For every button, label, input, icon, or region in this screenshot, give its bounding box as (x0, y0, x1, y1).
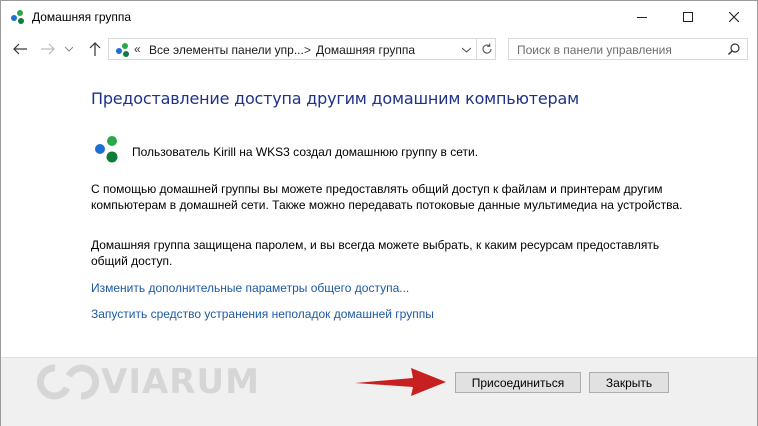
breadcrumb-homegroup[interactable]: Домашняя группа (316, 43, 415, 57)
title-bar: Домашняя группа (1, 1, 757, 33)
homegroup-window: Домашняя группа « Все элементы панели уп… (0, 0, 758, 426)
up-button[interactable] (85, 40, 105, 58)
recent-locations-button[interactable] (63, 40, 75, 58)
footer-bar: VIARUM Присоединиться Закрыть (1, 357, 757, 426)
breadcrumb-control-panel[interactable]: Все элементы панели упр... (149, 43, 304, 57)
homegroup-icon (116, 43, 129, 57)
homegroup-icon (11, 10, 24, 24)
viarum-logo-icon (37, 364, 99, 400)
search-icon[interactable] (727, 42, 741, 56)
pointer-arrow-icon (355, 368, 446, 396)
forward-button[interactable] (38, 40, 58, 58)
homegroup-status-text: Пользователь Kirill на WKS3 создал домаш… (132, 145, 479, 159)
watermark-logo: VIARUM (37, 362, 260, 402)
minimize-icon (637, 16, 647, 18)
arrow-up-icon (89, 42, 101, 56)
advanced-sharing-link[interactable]: Изменить дополнительные параметры общего… (91, 281, 409, 295)
chevron-down-icon (461, 47, 471, 53)
troubleshooter-link[interactable]: Запустить средство устранения неполадок … (91, 307, 434, 321)
homegroup-logo-icon (95, 136, 118, 163)
address-bar[interactable]: « Все элементы панели упр... > Домашняя … (108, 38, 496, 60)
description-paragraph: С помощью домашней группы вы можете пред… (91, 182, 683, 212)
refresh-icon (482, 43, 492, 54)
breadcrumb-overflow[interactable]: « (134, 42, 141, 56)
watermark-text: VIARUM (101, 362, 260, 402)
search-input[interactable]: Поиск в панели управления (508, 38, 748, 60)
back-button[interactable] (10, 40, 30, 58)
close-window-button[interactable] (711, 1, 757, 32)
maximize-button[interactable] (665, 1, 711, 32)
search-placeholder: Поиск в панели управления (517, 43, 672, 57)
password-paragraph: Домашняя группа защищена паролем, и вы в… (91, 238, 660, 268)
maximize-icon (683, 11, 693, 22)
join-button[interactable]: Присоединиться (455, 372, 581, 393)
refresh-button[interactable] (476, 39, 496, 59)
breadcrumb-separator[interactable]: > (304, 43, 311, 57)
page-title: Предоставление доступа другим домашним к… (91, 89, 579, 108)
arrow-right-icon (41, 43, 55, 55)
arrow-left-icon (13, 43, 27, 55)
close-button[interactable]: Закрыть (589, 372, 669, 393)
address-dropdown-button[interactable] (459, 43, 473, 57)
window-title: Домашняя группа (32, 10, 132, 24)
minimize-button[interactable] (619, 1, 665, 32)
close-icon (729, 11, 739, 22)
chevron-down-icon (65, 46, 73, 52)
